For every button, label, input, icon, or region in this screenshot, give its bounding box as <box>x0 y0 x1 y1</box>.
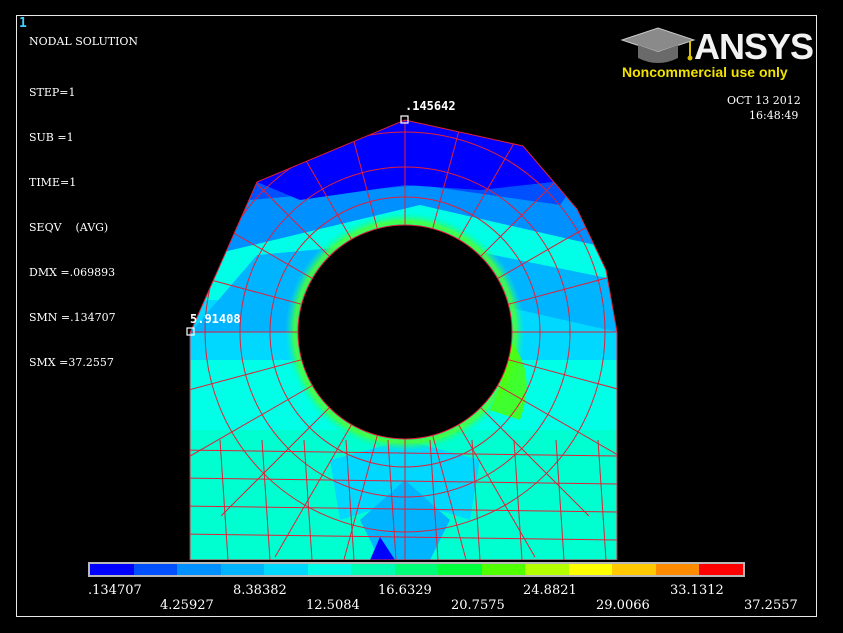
legend-label-top: 16.6329 <box>378 583 432 598</box>
legend-label-bottom: 37.2557 <box>744 598 798 613</box>
legend-swatch <box>699 564 743 575</box>
contour-legend-bar <box>88 562 745 577</box>
stress-contour-plot <box>186 115 618 560</box>
legend-label-bottom: 29.0066 <box>596 598 650 613</box>
legend-label-bottom: 20.7575 <box>451 598 505 613</box>
legend-label-top: 33.1312 <box>670 583 724 598</box>
legend-swatch <box>90 564 134 575</box>
legend-label-bottom: 12.5084 <box>306 598 360 613</box>
legend-label-top: .134707 <box>88 583 142 598</box>
legend-label-top: 8.38382 <box>233 583 287 598</box>
top-node-value: .145642 <box>405 99 456 113</box>
legend-swatch <box>655 564 700 575</box>
legend-label-bottom: 4.25927 <box>160 598 214 613</box>
legend-swatch <box>394 564 439 575</box>
legend-swatch <box>438 564 482 575</box>
legend-swatch <box>220 564 265 575</box>
legend-swatch <box>133 564 178 575</box>
legend-swatch <box>177 564 221 575</box>
legend-swatch <box>612 564 656 575</box>
legend-swatch <box>525 564 569 575</box>
legend-swatch <box>481 564 526 575</box>
legend-swatch <box>264 564 308 575</box>
legend-swatch <box>568 564 613 575</box>
left-node-value: 5.91408 <box>190 312 241 326</box>
legend-swatch <box>307 564 352 575</box>
legend-label-top: 24.8821 <box>523 583 577 598</box>
legend-swatch <box>351 564 395 575</box>
bolt-hole <box>297 224 513 440</box>
